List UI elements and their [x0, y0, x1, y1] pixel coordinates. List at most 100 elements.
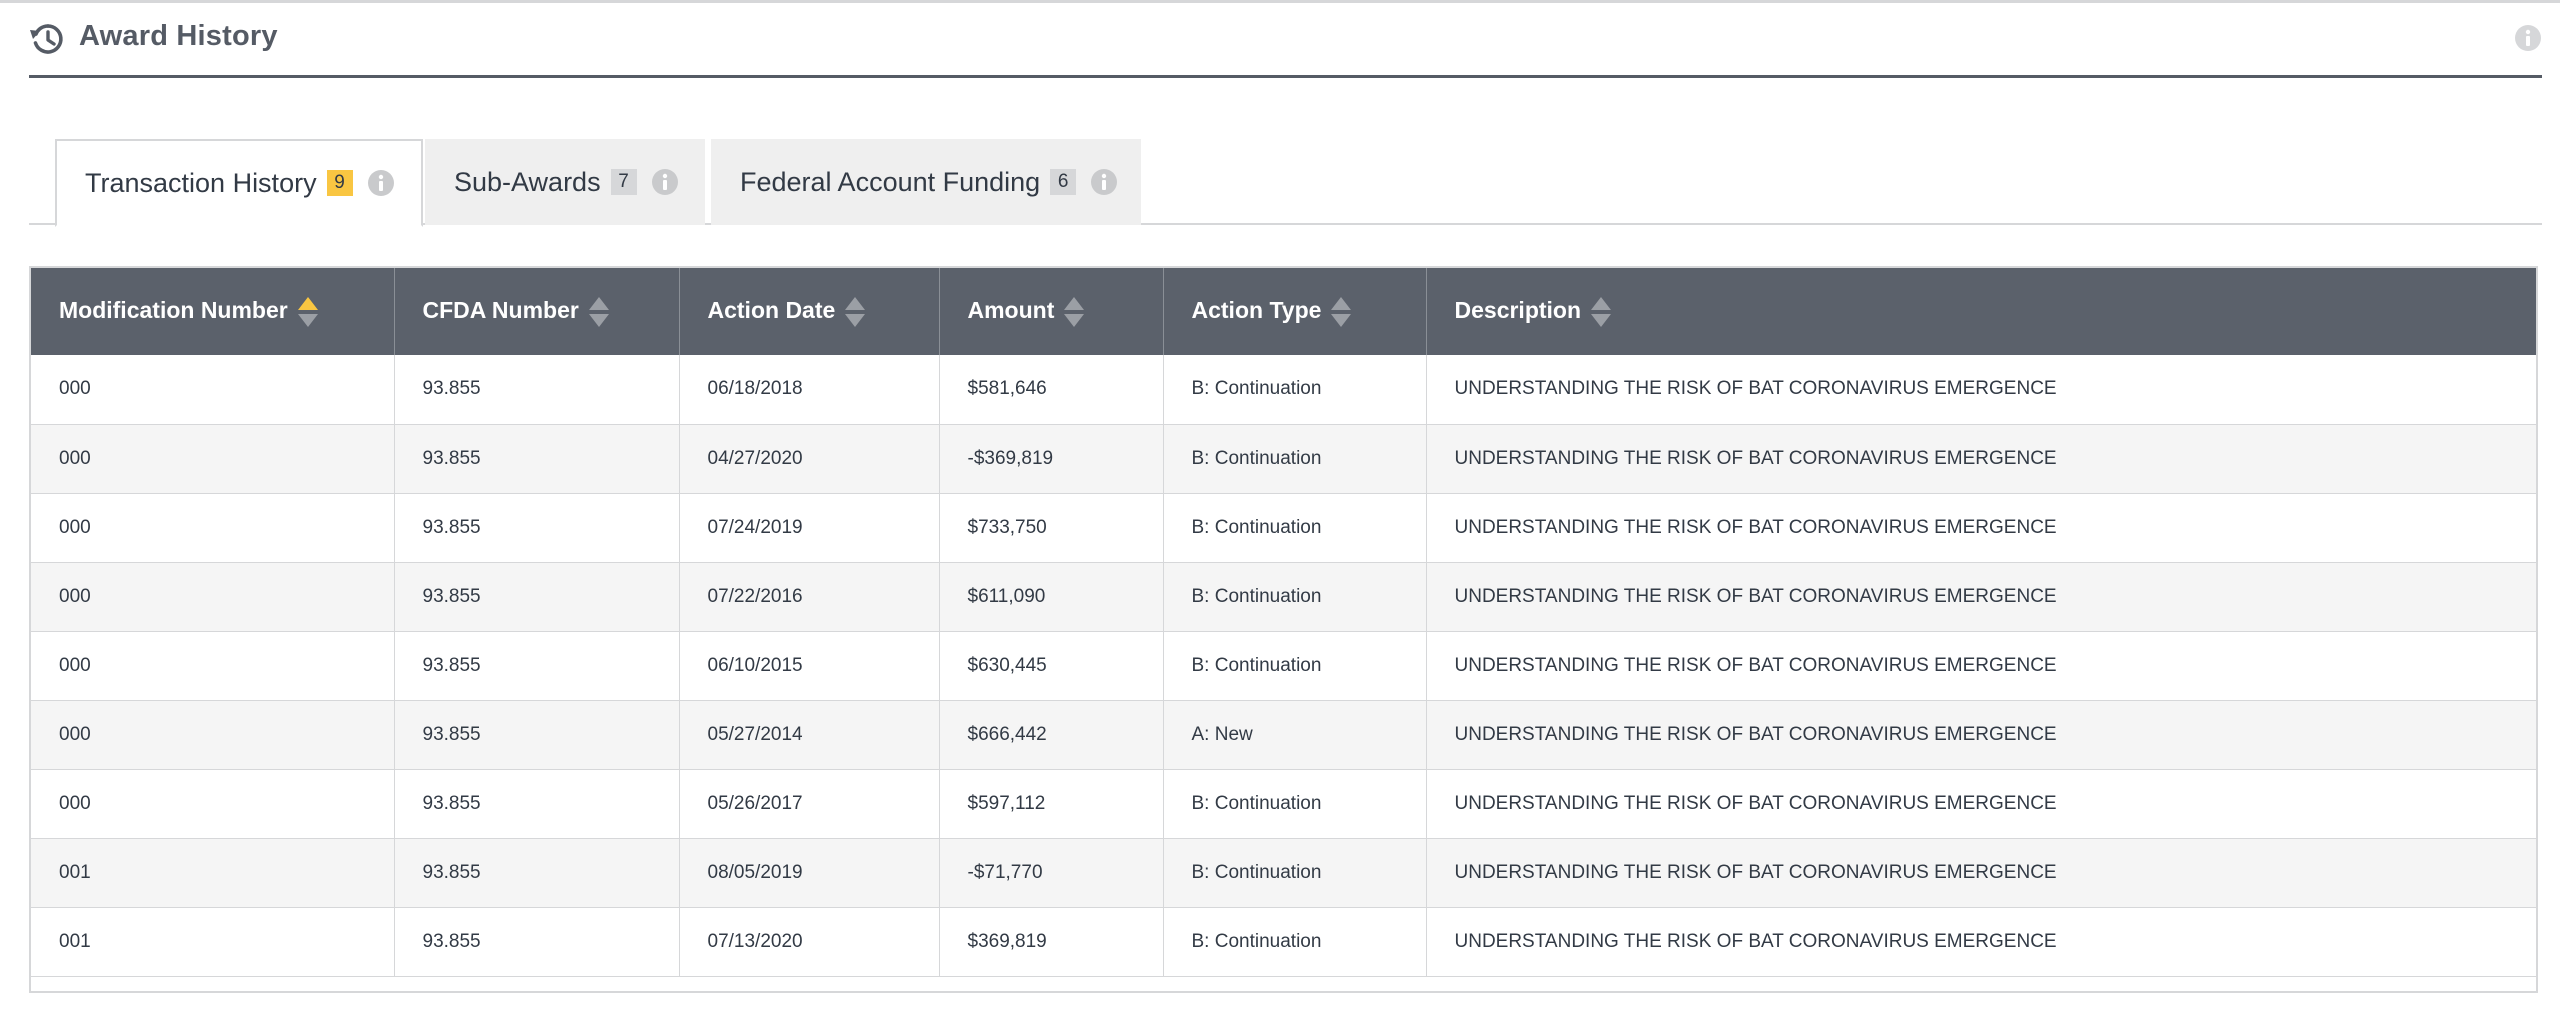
cell-modification-number: 000 — [31, 493, 395, 563]
column-header-action-type[interactable]: Action Type — [1163, 268, 1427, 355]
column-header-action-date[interactable]: Action Date — [679, 268, 940, 355]
cell-amount: $733,750 — [939, 493, 1164, 563]
cell-description: UNDERSTANDING THE RISK OF BAT CORONAVIRU… — [1426, 562, 2536, 632]
cell-amount: $611,090 — [939, 562, 1164, 632]
column-header-amount[interactable]: Amount — [939, 268, 1164, 355]
cell-modification-number: 001 — [31, 907, 395, 977]
cell-cfda-number: 93.855 — [394, 562, 680, 632]
cell-description: UNDERSTANDING THE RISK OF BAT CORONAVIRU… — [1426, 424, 2536, 494]
table-row: 001 93.855 08/05/2019 -$71,770 B: Contin… — [31, 838, 2536, 908]
cell-amount: $369,819 — [939, 907, 1164, 977]
cell-action-date: 05/27/2014 — [679, 700, 940, 770]
cell-amount: $630,445 — [939, 631, 1164, 701]
column-header-label: Description — [1454, 296, 1582, 323]
column-header-label: Action Type — [1191, 296, 1322, 323]
cell-cfda-number: 93.855 — [394, 700, 680, 770]
cell-modification-number: 000 — [31, 631, 395, 701]
cell-action-date: 05/26/2017 — [679, 769, 940, 839]
cell-amount: $597,112 — [939, 769, 1164, 839]
cell-cfda-number: 93.855 — [394, 631, 680, 701]
cell-modification-number: 000 — [31, 562, 395, 632]
cell-action-date: 08/05/2019 — [679, 838, 940, 908]
cell-amount: $666,442 — [939, 700, 1164, 770]
column-header-label: Modification Number — [59, 296, 288, 323]
cell-amount: $581,646 — [939, 355, 1164, 425]
column-header-label: Amount — [967, 296, 1055, 323]
cell-cfda-number: 93.855 — [394, 838, 680, 908]
cell-description: UNDERSTANDING THE RISK OF BAT CORONAVIRU… — [1426, 700, 2536, 770]
cell-description: UNDERSTANDING THE RISK OF BAT CORONAVIRU… — [1426, 838, 2536, 908]
table-row: 000 93.855 07/24/2019 $733,750 B: Contin… — [31, 493, 2536, 563]
column-header-label: CFDA Number — [422, 296, 579, 323]
table-header-row: Modification Number CFDA Number Action D… — [31, 268, 2536, 355]
table-row: 000 93.855 05/26/2017 $597,112 B: Contin… — [31, 769, 2536, 839]
cell-cfda-number: 93.855 — [394, 907, 680, 977]
cell-action-type: B: Continuation — [1163, 493, 1427, 563]
cell-modification-number: 000 — [31, 769, 395, 839]
cell-action-type: A: New — [1163, 700, 1427, 770]
tab-label: Federal Account Funding — [740, 166, 1041, 197]
cell-action-type: B: Continuation — [1163, 355, 1427, 425]
page-title: Award History — [79, 20, 278, 52]
info-icon[interactable] — [651, 168, 679, 196]
cell-action-type: B: Continuation — [1163, 838, 1427, 908]
info-icon[interactable] — [2514, 24, 2542, 52]
sort-icon[interactable] — [845, 296, 866, 327]
cell-amount: -$369,819 — [939, 424, 1164, 494]
top-divider — [0, 0, 2560, 3]
cell-cfda-number: 93.855 — [394, 355, 680, 425]
cell-description: UNDERSTANDING THE RISK OF BAT CORONAVIRU… — [1426, 493, 2536, 563]
cell-action-date: 07/22/2016 — [679, 562, 940, 632]
column-header-modification-number[interactable]: Modification Number — [31, 268, 395, 355]
tab-label: Sub-Awards — [454, 166, 601, 197]
tab-bar: Transaction History 9 Sub-Awards 7 Feder… — [29, 139, 2542, 227]
section-header: Award History — [29, 14, 2542, 78]
cell-cfda-number: 93.855 — [394, 424, 680, 494]
cell-action-type: B: Continuation — [1163, 562, 1427, 632]
table-row: 000 93.855 06/18/2018 $581,646 B: Contin… — [31, 355, 2536, 425]
table-row: 000 93.855 06/10/2015 $630,445 B: Contin… — [31, 631, 2536, 701]
info-icon[interactable] — [1090, 168, 1118, 196]
sort-icon[interactable] — [588, 296, 609, 327]
cell-action-date: 04/27/2020 — [679, 424, 940, 494]
cell-action-type: B: Continuation — [1163, 631, 1427, 701]
cell-modification-number: 001 — [31, 838, 395, 908]
sort-icon[interactable] — [1591, 296, 1612, 327]
sort-icon[interactable] — [1331, 296, 1352, 327]
cell-description: UNDERSTANDING THE RISK OF BAT CORONAVIRU… — [1426, 355, 2536, 425]
tab-federal-account-funding[interactable]: Federal Account Funding 6 — [711, 139, 1141, 225]
cell-description: UNDERSTANDING THE RISK OF BAT CORONAVIRU… — [1426, 769, 2536, 839]
column-header-description[interactable]: Description — [1426, 268, 2536, 355]
column-header-label: Action Date — [707, 296, 836, 323]
cell-amount: -$71,770 — [939, 838, 1164, 908]
tab-label: Transaction History — [85, 167, 317, 198]
table-row: 000 93.855 05/27/2014 $666,442 A: New UN… — [31, 700, 2536, 770]
cell-description: UNDERSTANDING THE RISK OF BAT CORONAVIRU… — [1426, 907, 2536, 977]
cell-modification-number: 000 — [31, 700, 395, 770]
cell-cfda-number: 93.855 — [394, 493, 680, 563]
sort-icon[interactable] — [297, 296, 318, 327]
tab-sub-awards[interactable]: Sub-Awards 7 — [425, 139, 705, 225]
column-header-cfda-number[interactable]: CFDA Number — [394, 268, 680, 355]
cell-action-date: 07/24/2019 — [679, 493, 940, 563]
cell-action-date: 06/10/2015 — [679, 631, 940, 701]
cell-cfda-number: 93.855 — [394, 769, 680, 839]
tab-count-badge: 9 — [326, 170, 353, 196]
table-row: 001 93.855 07/13/2020 $369,819 B: Contin… — [31, 907, 2536, 977]
history-icon — [30, 24, 63, 54]
cell-action-date: 07/13/2020 — [679, 907, 940, 977]
cell-action-type: B: Continuation — [1163, 769, 1427, 839]
info-icon[interactable] — [367, 169, 395, 197]
transactions-table: Modification Number CFDA Number Action D… — [29, 266, 2538, 993]
cell-description: UNDERSTANDING THE RISK OF BAT CORONAVIRU… — [1426, 631, 2536, 701]
table-row: 000 93.855 04/27/2020 -$369,819 B: Conti… — [31, 424, 2536, 494]
tab-transaction-history[interactable]: Transaction History 9 — [55, 139, 423, 227]
sort-icon[interactable] — [1064, 296, 1085, 327]
cell-action-date: 06/18/2018 — [679, 355, 940, 425]
table-row: 000 93.855 07/22/2016 $611,090 B: Contin… — [31, 562, 2536, 632]
cell-modification-number: 000 — [31, 355, 395, 425]
cell-action-type: B: Continuation — [1163, 424, 1427, 494]
tab-count-badge: 6 — [1050, 169, 1077, 195]
cell-action-type: B: Continuation — [1163, 907, 1427, 977]
tab-count-badge: 7 — [610, 169, 637, 195]
